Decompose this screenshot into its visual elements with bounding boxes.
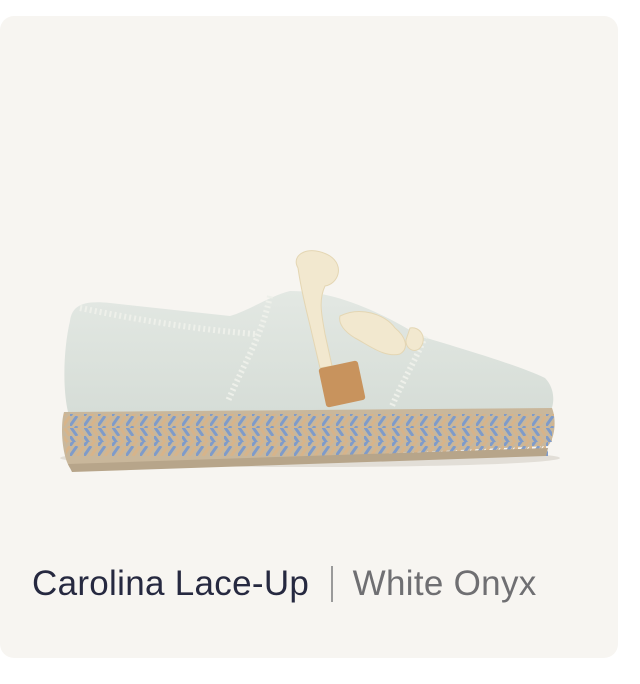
jute-braid-top: [64, 414, 554, 428]
product-name[interactable]: Carolina Lace-Up: [32, 564, 309, 604]
lace-end: [405, 327, 424, 351]
product-color: White Onyx: [352, 564, 537, 603]
jute-braid-middle: [64, 428, 552, 442]
product-image[interactable]: [0, 16, 618, 536]
leather-tag: [318, 360, 366, 408]
caption-divider: [331, 566, 333, 602]
product-card[interactable]: Carolina Lace-Up White Onyx: [0, 16, 618, 658]
product-caption[interactable]: Carolina Lace-Up White Onyx: [32, 564, 537, 604]
